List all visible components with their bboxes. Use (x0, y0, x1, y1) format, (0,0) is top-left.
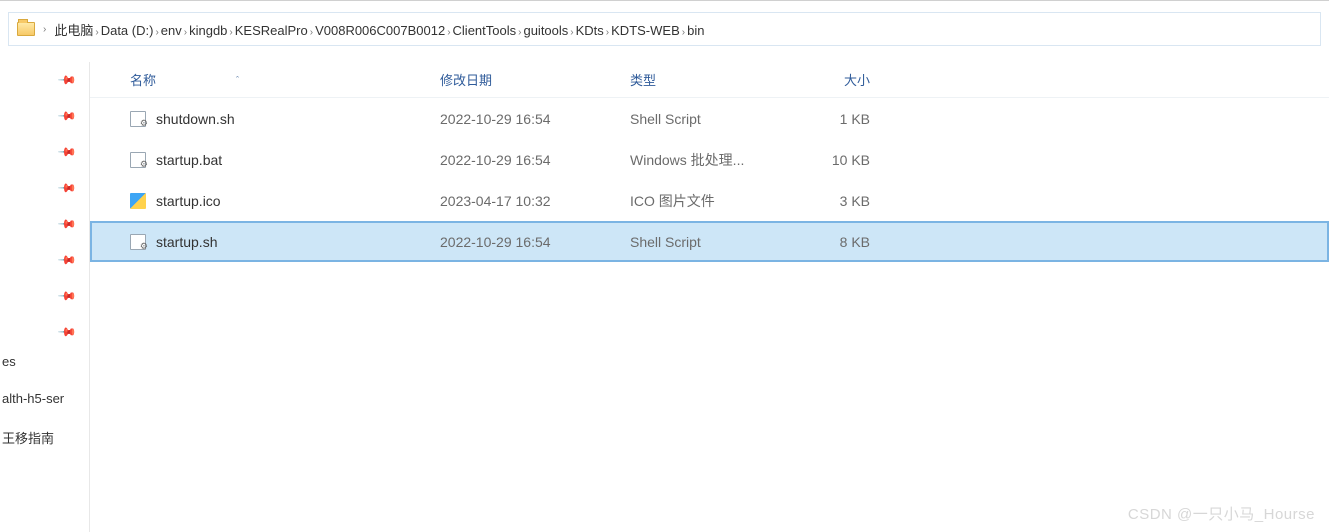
breadcrumb-segment[interactable]: KDTS-WEB (611, 23, 680, 38)
file-name: startup.ico (156, 193, 221, 209)
chevron-right-icon[interactable]: › (95, 27, 98, 38)
file-name: startup.sh (156, 234, 217, 250)
quick-access-pin[interactable]: 📌 (0, 278, 89, 314)
breadcrumb-segment[interactable]: V008R006C007B0012 (315, 23, 445, 38)
breadcrumb-segment[interactable]: Data (D:) (101, 23, 154, 38)
column-header-date[interactable]: 修改日期 (430, 70, 620, 89)
pin-icon: 📌 (57, 322, 77, 342)
file-date: 2022-10-29 16:54 (430, 152, 620, 168)
file-list: shutdown.sh2022-10-29 16:54Shell Script1… (90, 98, 1329, 262)
breadcrumb-segment[interactable]: env (161, 23, 182, 38)
column-headers: 名称 ˆ 修改日期 类型 大小 (90, 62, 1329, 98)
file-size: 1 KB (780, 111, 890, 127)
breadcrumb-segment[interactable]: 此电脑 (54, 23, 93, 38)
sort-ascending-icon: ˆ (236, 75, 239, 85)
chevron-right-icon[interactable]: › (447, 27, 450, 38)
quick-access-pin[interactable]: 📌 (0, 206, 89, 242)
script-file-icon (130, 111, 146, 127)
pin-icon: 📌 (57, 286, 77, 306)
file-date: 2022-10-29 16:54 (430, 111, 620, 127)
pin-icon: 📌 (57, 214, 77, 234)
watermark-text: CSDN @一只小马_Hourse (1128, 503, 1315, 524)
column-header-size[interactable]: 大小 (780, 70, 890, 89)
quick-access-pin[interactable]: 📌 (0, 134, 89, 170)
nav-item[interactable]: es (0, 350, 89, 373)
chevron-right-icon[interactable]: › (570, 27, 573, 38)
quick-access-pin[interactable]: 📌 (0, 62, 89, 98)
file-type: Shell Script (620, 234, 780, 250)
file-type: Windows 批处理... (620, 150, 780, 170)
file-type: ICO 图片文件 (620, 191, 780, 211)
quick-access-pin[interactable]: 📌 (0, 170, 89, 206)
file-type: Shell Script (620, 111, 780, 127)
pin-icon: 📌 (57, 142, 77, 162)
column-header-type[interactable]: 类型 (620, 70, 780, 89)
chevron-right-icon[interactable]: › (310, 27, 313, 38)
breadcrumb-segment[interactable]: kingdb (189, 23, 227, 38)
quick-access-pin[interactable]: 📌 (0, 314, 89, 350)
breadcrumb-segment[interactable]: ClientTools (453, 23, 517, 38)
chevron-right-icon[interactable]: › (155, 27, 158, 38)
chevron-right-icon[interactable]: › (229, 27, 232, 38)
chevron-right-icon[interactable]: › (184, 27, 187, 38)
folder-icon (17, 22, 35, 36)
column-header-name[interactable]: 名称 ˆ (90, 70, 430, 89)
file-row[interactable]: startup.sh 2022-10-29 16:54Shell Script8 … (90, 221, 1329, 262)
script-file-icon (130, 234, 146, 250)
file-date: 2023-04-17 10:32 (430, 193, 620, 209)
file-list-pane: 名称 ˆ 修改日期 类型 大小 shutdown.sh 2022-10-29 16… (90, 62, 1329, 532)
file-row[interactable]: startup.bat 2022-10-29 16:54Windows 批处理..… (90, 139, 1329, 180)
chevron-right-icon[interactable]: › (43, 24, 46, 35)
file-size: 8 KB (780, 234, 890, 250)
window-top-border (0, 0, 1329, 1)
nav-item[interactable]: alth-h5-ser (0, 387, 89, 410)
chevron-right-icon[interactable]: › (518, 27, 521, 38)
nav-item[interactable]: 王移指南 (0, 424, 89, 451)
file-row[interactable]: shutdown.sh 2022-10-29 16:54Shell Script1… (90, 98, 1329, 139)
address-bar[interactable]: › 此电脑›Data (D:)›env›kingdb›KESRealPro›V0… (8, 12, 1321, 46)
quick-access-pin[interactable]: 📌 (0, 242, 89, 278)
quick-access-pin[interactable]: 📌 (0, 98, 89, 134)
script-file-icon (130, 152, 146, 168)
breadcrumb: 此电脑›Data (D:)›env›kingdb›KESRealPro›V008… (54, 20, 704, 39)
file-name: shutdown.sh (156, 111, 235, 127)
file-size: 3 KB (780, 193, 890, 209)
pin-icon: 📌 (57, 178, 77, 198)
image-file-icon (130, 193, 146, 209)
breadcrumb-segment[interactable]: KDts (576, 23, 604, 38)
pin-icon: 📌 (57, 250, 77, 270)
nav-pane: 📌 📌 📌 📌 📌 📌 📌 📌 es alth-h5-ser 王移指南 (0, 62, 90, 532)
chevron-right-icon[interactable]: › (606, 27, 609, 38)
file-date: 2022-10-29 16:54 (430, 234, 620, 250)
file-row[interactable]: startup.ico 2023-04-17 10:32ICO 图片文件3 KB (90, 180, 1329, 221)
file-name: startup.bat (156, 152, 222, 168)
breadcrumb-segment[interactable]: guitools (523, 23, 568, 38)
chevron-right-icon[interactable]: › (682, 27, 685, 38)
breadcrumb-segment[interactable]: KESRealPro (235, 23, 308, 38)
pin-icon: 📌 (57, 70, 77, 90)
breadcrumb-segment[interactable]: bin (687, 23, 704, 38)
file-size: 10 KB (780, 152, 890, 168)
column-label: 名称 (130, 70, 156, 89)
pin-icon: 📌 (57, 106, 77, 126)
